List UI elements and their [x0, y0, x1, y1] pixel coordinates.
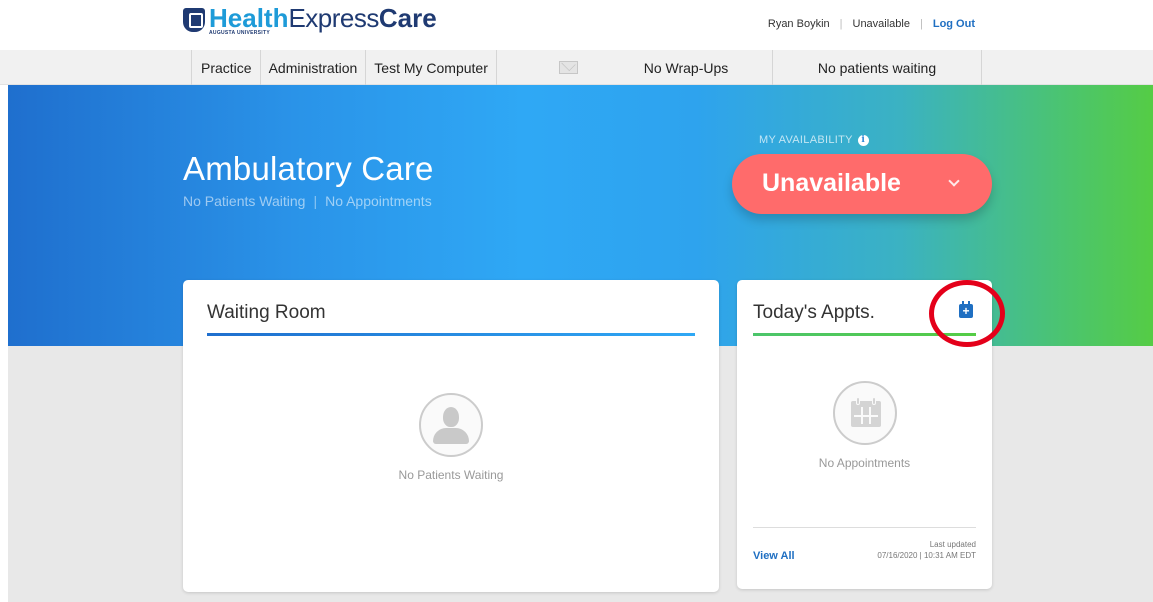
wrapups-status[interactable]: No Wrap-Ups: [600, 50, 773, 85]
last-updated: Last updated 07/16/2020 | 10:31 AM EDT: [877, 539, 976, 561]
waiting-empty-text: No Patients Waiting: [398, 468, 504, 482]
calendar-icon: [833, 381, 897, 445]
chevron-down-icon: [948, 175, 960, 187]
appointments-empty-text: No Appointments: [818, 456, 911, 470]
logo-express: Express: [288, 3, 379, 33]
title-underline: [207, 333, 695, 336]
appointments-title: Today's Appts.: [753, 302, 875, 323]
envelope-icon[interactable]: [559, 61, 578, 74]
nav-menu: Practice Administration Test My Computer: [191, 50, 497, 85]
calendar-tab: [968, 301, 970, 305]
waiting-room-card: Waiting Room No Patients Waiting: [183, 280, 719, 592]
user-status: Unavailable: [852, 18, 910, 30]
info-icon[interactable]: i: [857, 134, 869, 146]
divider: |: [839, 18, 843, 30]
availability-label: MY AVAILABILITY i: [759, 134, 869, 146]
logo-text: HealthExpressCare AUGUSTA UNIVERSITY: [209, 4, 437, 36]
nav-administration[interactable]: Administration: [259, 50, 366, 85]
divider: |: [919, 18, 923, 30]
last-updated-label: Last updated: [929, 540, 976, 549]
person-head: [443, 407, 459, 427]
user-bar: Ryan Boykin | Unavailable | Log Out: [768, 18, 975, 30]
top-bar: HealthExpressCare AUGUSTA UNIVERSITY Rya…: [0, 0, 1153, 50]
availability-value: Unavailable: [762, 169, 901, 197]
university-shield-icon: [183, 8, 205, 32]
logo-care: Care: [378, 3, 437, 33]
calendar-grid: [854, 407, 878, 424]
nav-test-my-computer[interactable]: Test My Computer: [365, 50, 497, 85]
practice-summary: No Patients Waiting | No Appointments: [183, 193, 432, 209]
divider: |: [313, 193, 318, 209]
title-underline: [753, 333, 976, 336]
user-name: Ryan Boykin: [767, 18, 830, 30]
waiting-room-title: Waiting Room: [207, 302, 326, 323]
logo-health: Health: [209, 3, 289, 33]
app-window: HealthExpressCare AUGUSTA UNIVERSITY Rya…: [0, 0, 1153, 602]
card-divider: [753, 527, 976, 528]
practice-title: Ambulatory Care: [183, 150, 434, 187]
calendar-ring: [856, 397, 860, 405]
last-updated-value: 07/16/2020 | 10:31 AM EDT: [877, 551, 976, 560]
summary-appointments: No Appointments: [325, 193, 432, 209]
person-body: [433, 428, 469, 444]
main-nav: Practice Administration Test My Computer…: [0, 50, 1153, 85]
add-appointment-icon[interactable]: [959, 301, 973, 318]
view-all-link[interactable]: View All: [753, 550, 795, 562]
logout-link[interactable]: Log Out: [933, 18, 975, 30]
patients-waiting-status[interactable]: No patients waiting: [773, 50, 982, 85]
logo-wordmark: HealthExpressCare: [209, 4, 437, 32]
logo-university: AUGUSTA UNIVERSITY: [209, 30, 270, 36]
calendar-ring: [872, 397, 876, 405]
person-icon: [419, 393, 483, 457]
availability-dropdown[interactable]: Unavailable: [732, 154, 992, 214]
calendar-tab: [962, 301, 964, 305]
todays-appointments-card: Today's Appts. No Appointments View All …: [737, 280, 992, 589]
availability-label-text: MY AVAILABILITY: [759, 134, 853, 146]
summary-patients: No Patients Waiting: [183, 193, 306, 209]
brand-logo[interactable]: HealthExpressCare AUGUSTA UNIVERSITY: [183, 4, 437, 36]
nav-practice[interactable]: Practice: [191, 50, 260, 85]
